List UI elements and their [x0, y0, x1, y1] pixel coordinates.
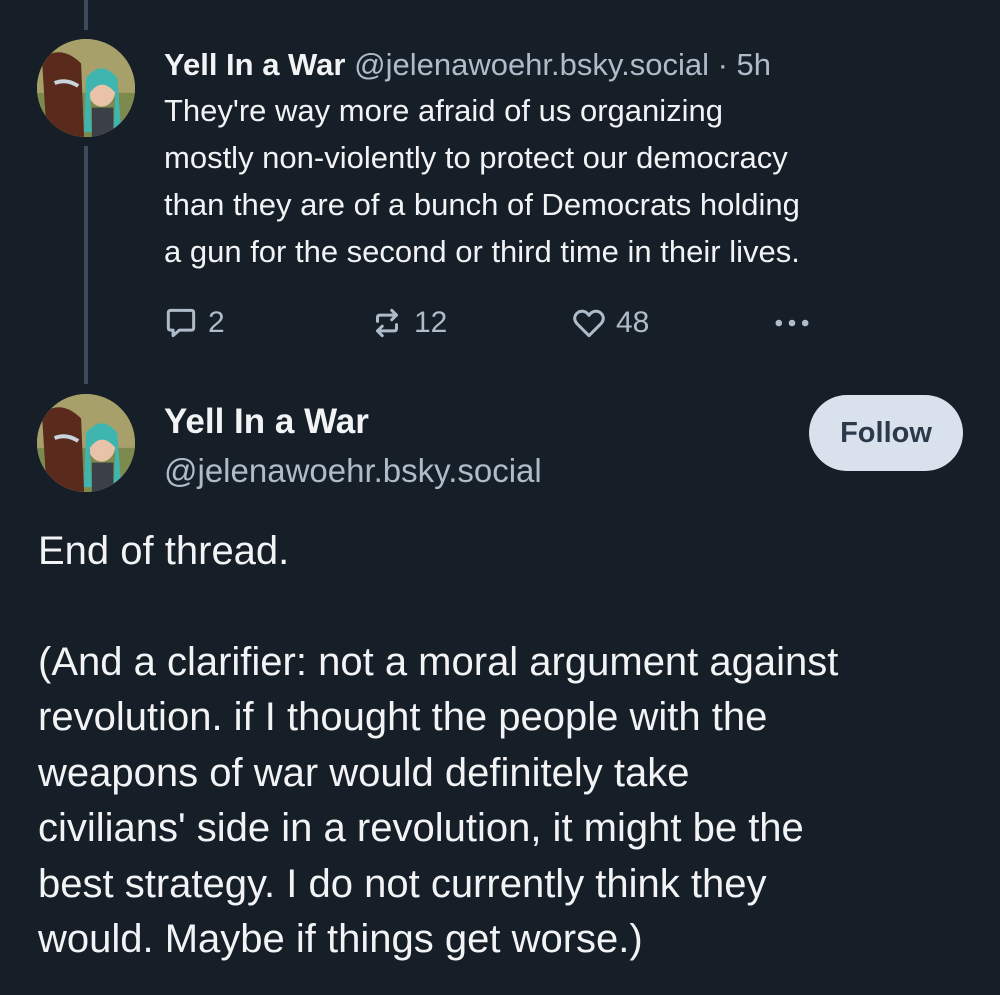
post-actions: 2 12 48: [162, 300, 822, 346]
repost-button[interactable]: 12: [368, 300, 447, 346]
thread-connector-top: [84, 0, 88, 30]
post-text-line: (And a clarifier: not a moral argument a…: [38, 639, 839, 684]
post-text-line: civilians' side in a revolution, it migh…: [38, 806, 804, 850]
post-text: They're way more afraid of us organizing…: [164, 87, 974, 275]
repost-count: 12: [414, 306, 448, 339]
post-text-line: would. Maybe if things get worse.): [38, 917, 643, 961]
heart-icon: [573, 309, 605, 338]
post-text-line: best strategy. I do not currently think …: [38, 861, 767, 906]
reply-icon: [166, 308, 196, 338]
main-post-text: End of thread. (And a clarifier: not a m…: [38, 524, 978, 968]
post-text-line: a gun for the second or third time in th…: [164, 234, 800, 269]
reply-button[interactable]: 2: [162, 300, 225, 346]
separator-dot: ·: [717, 47, 728, 82]
more-options-button[interactable]: [770, 300, 814, 346]
author-handle[interactable]: @jelenawoehr.bsky.social: [164, 449, 542, 493]
parent-post[interactable]: Yell In a War @jelenawoehr.bsky.social ·…: [164, 44, 974, 275]
post-text-line: mostly non-violently to protect our demo…: [164, 140, 788, 175]
avatar-image: [37, 39, 135, 137]
avatar[interactable]: [37, 394, 135, 492]
thread-connector: [84, 146, 88, 384]
post-paragraph: End of thread.: [38, 529, 290, 573]
post-timestamp[interactable]: 5h: [737, 47, 771, 82]
post-text-line: They're way more afraid of us organizing: [164, 93, 724, 128]
post-text-line: than they are of a bunch of Democrats ho…: [164, 187, 800, 222]
post-header: Yell In a War @jelenawoehr.bsky.social ·…: [164, 44, 974, 86]
like-count: 48: [616, 306, 650, 339]
avatar-image: [37, 394, 135, 492]
author-name[interactable]: Yell In a War: [164, 47, 345, 82]
post-paragraph: (And a clarifier: not a moral argument a…: [38, 635, 978, 968]
author-handle[interactable]: @jelenawoehr.bsky.social: [354, 47, 709, 82]
repost-icon: [375, 308, 399, 338]
avatar[interactable]: [37, 39, 135, 137]
post-text-line: revolution. if I thought the people with…: [38, 695, 768, 739]
ellipsis-icon: [775, 319, 809, 327]
reply-count: 2: [208, 306, 225, 339]
like-button[interactable]: 48: [570, 300, 649, 346]
post-text-line: weapons of war would definitely take: [38, 750, 690, 795]
follow-button[interactable]: Follow: [809, 395, 963, 471]
author-name[interactable]: Yell In a War: [164, 400, 369, 444]
